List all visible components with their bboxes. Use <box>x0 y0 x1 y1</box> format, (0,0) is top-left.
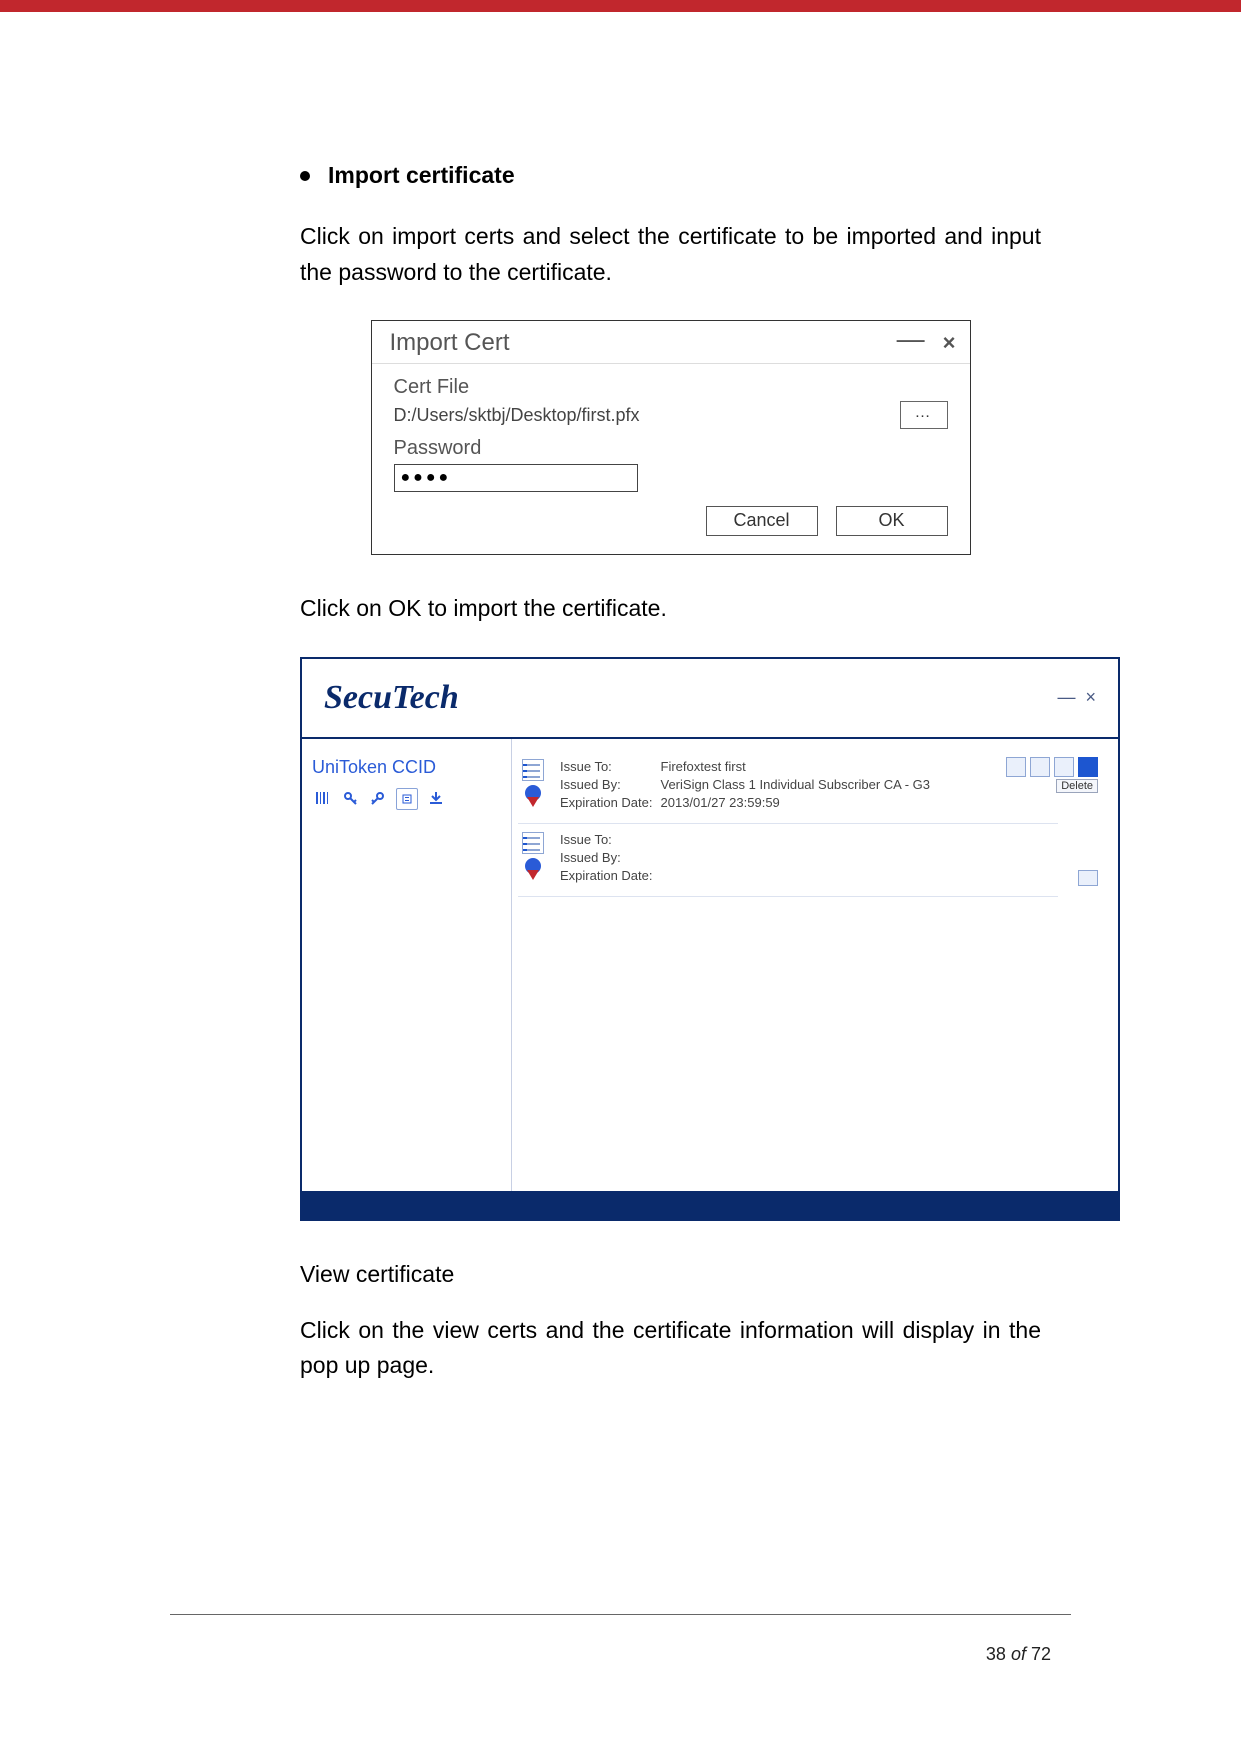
issued-by-label: Issued By: <box>560 777 659 793</box>
view-certificate-heading: View certificate <box>300 1257 1041 1293</box>
barcode-icon[interactable] <box>312 788 332 808</box>
export-cert-icon[interactable] <box>1030 757 1050 777</box>
paragraph-view-instruction: Click on the view certs and the certific… <box>300 1313 1041 1384</box>
page-total: 72 <box>1031 1644 1051 1664</box>
dialog-titlebar: Import Cert — × <box>372 321 970 361</box>
issued-by-label: Issued By: <box>560 850 659 866</box>
cert-file-label: Cert File <box>394 376 948 399</box>
delete-cert-icon[interactable] <box>1078 757 1098 777</box>
minimize-icon[interactable]: — <box>897 334 925 344</box>
edit-cert-icon[interactable] <box>1054 757 1074 777</box>
import-cert-dialog: Import Cert — × Cert File D:/Users/sktbj… <box>371 320 971 555</box>
app-main-panel: Issue To: Firefoxtest first Issued By: V… <box>512 739 1118 1191</box>
expand-icon[interactable] <box>1078 870 1098 886</box>
dialog-title: Import Cert <box>390 329 510 357</box>
browse-button[interactable]: … <box>900 401 948 429</box>
bullet-heading: Import certificate <box>300 162 1041 189</box>
key2-icon[interactable] <box>368 788 388 808</box>
ribbon-icon <box>525 785 541 801</box>
footer-divider <box>170 1614 1071 1615</box>
page-number: 38 of 72 <box>986 1644 1051 1665</box>
section-heading: Import certificate <box>328 162 515 189</box>
key-icon[interactable] <box>340 788 360 808</box>
expiration-value: 2013/01/27 23:59:59 <box>661 795 937 811</box>
password-label: Password <box>394 437 948 460</box>
page-sep: of <box>1011 1644 1026 1664</box>
issued-by-value: VeriSign Class 1 Individual Subscriber C… <box>661 777 937 793</box>
paragraph-ok-instruction: Click on OK to import the certificate. <box>300 591 1041 627</box>
delete-tooltip: Delete <box>1056 779 1098 793</box>
paragraph-import-instruction: Click on import certs and select the cer… <box>300 219 1041 290</box>
close-icon[interactable]: × <box>943 330 956 356</box>
expiration-value <box>661 868 667 884</box>
ribbon-icon <box>525 858 541 874</box>
app-minimize-icon[interactable]: — <box>1057 687 1075 708</box>
password-input[interactable]: ●●●● <box>394 464 638 492</box>
import-icon[interactable] <box>426 788 446 808</box>
app-close-icon[interactable]: × <box>1085 687 1096 708</box>
issued-by-value <box>661 850 667 866</box>
page-current: 38 <box>986 1644 1006 1664</box>
sidebar-device-title[interactable]: UniToken CCID <box>312 757 501 778</box>
cert-info-block: Issue To: Firefoxtest first Issued By: V… <box>558 757 1058 813</box>
document-icon[interactable] <box>396 788 418 810</box>
cert-file-path[interactable]: D:/Users/sktbj/Desktop/first.pfx <box>394 402 882 428</box>
list-icon <box>522 759 544 781</box>
cert-type-icon <box>518 757 548 813</box>
sidebar-icon-row <box>312 788 501 810</box>
cert-type-icon <box>518 830 548 886</box>
view-cert-icon[interactable] <box>1006 757 1026 777</box>
secutech-app-window: SecuTech — × UniToken CCID <box>300 657 1120 1221</box>
list-icon <box>522 832 544 854</box>
cert-action-toolbar <box>1006 757 1098 777</box>
expiration-label: Expiration Date: <box>560 868 659 884</box>
issue-to-label: Issue To: <box>560 832 659 848</box>
app-sidebar: UniToken CCID <box>302 739 512 1191</box>
issue-to-value <box>661 832 667 848</box>
certificate-card[interactable]: Issue To: Issued By: Expiration Date: <box>518 824 1058 897</box>
issue-to-value: Firefoxtest first <box>661 759 937 775</box>
expiration-label: Expiration Date: <box>560 795 659 811</box>
ok-button[interactable]: OK <box>836 506 948 536</box>
bullet-dot-icon <box>300 171 310 181</box>
cancel-button[interactable]: Cancel <box>706 506 818 536</box>
app-footer-bar <box>302 1191 1118 1219</box>
certificate-card[interactable]: Issue To: Firefoxtest first Issued By: V… <box>518 751 1058 824</box>
cert-info-block: Issue To: Issued By: Expiration Date: <box>558 830 1058 886</box>
secutech-logo: SecuTech <box>324 679 459 717</box>
app-topbar: SecuTech — × <box>302 659 1118 739</box>
issue-to-label: Issue To: <box>560 759 659 775</box>
top-red-accent <box>0 0 1241 12</box>
